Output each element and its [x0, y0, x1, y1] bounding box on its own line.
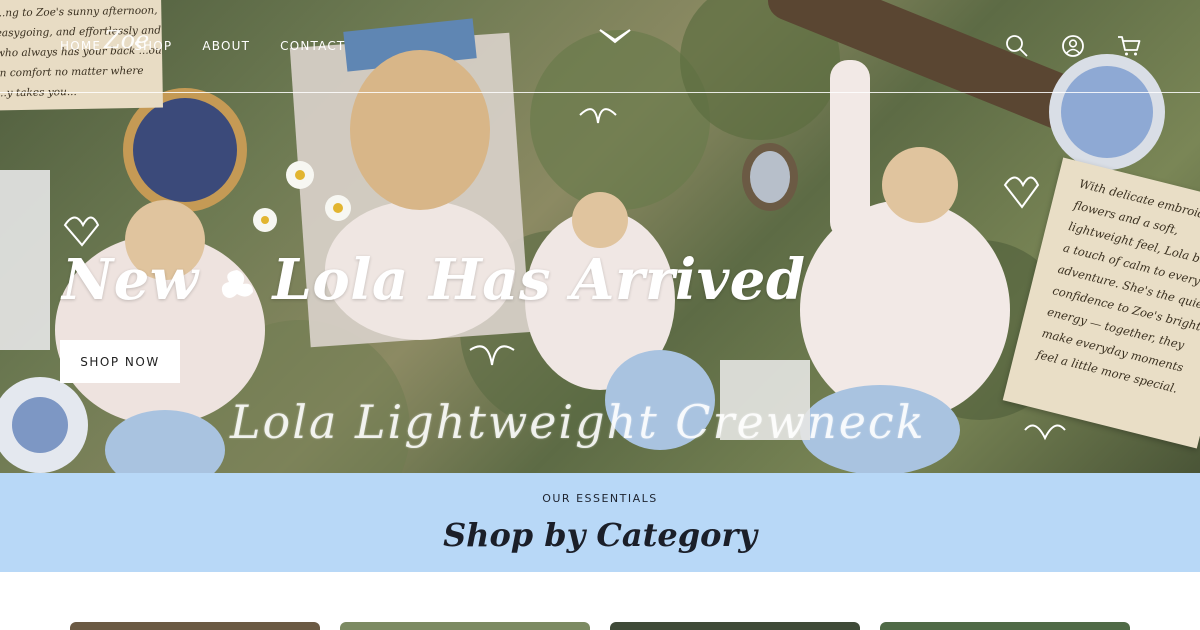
hero-title-part1: New	[62, 247, 199, 313]
nav-links: HOME SHOP ABOUT CONTACT	[60, 39, 345, 53]
account-icon[interactable]	[1060, 33, 1086, 59]
category-cards	[70, 622, 1130, 630]
product-script-caption: Lola Lightweight Crewneck	[230, 395, 926, 449]
shop-now-button[interactable]: SHOP NOW	[60, 340, 180, 383]
category-card[interactable]	[70, 622, 320, 630]
hero-banner: ...ng to Zoe's sunny afternoon, easygoin…	[0, 0, 1200, 473]
section-eyebrow: OUR ESSENTIALS	[542, 492, 658, 505]
hero-title: New Lola Has Arrived	[62, 247, 806, 313]
nav-link-home[interactable]: HOME	[60, 39, 101, 53]
nav-link-contact[interactable]: CONTACT	[280, 39, 345, 53]
brand-logo[interactable]: Zoe	[104, 26, 149, 54]
nav-link-about[interactable]: ABOUT	[202, 39, 250, 53]
section-title: Shop by Category	[443, 516, 757, 554]
category-card[interactable]	[610, 622, 860, 630]
hero-title-part2: Lola Has Arrived	[272, 247, 806, 313]
search-icon[interactable]	[1004, 33, 1030, 59]
flower-icon	[221, 270, 253, 299]
nav-icons	[1004, 33, 1142, 59]
cart-icon[interactable]	[1116, 33, 1142, 59]
top-navigation: HOME SHOP ABOUT CONTACT Zoe	[0, 0, 1200, 93]
category-card[interactable]	[340, 622, 590, 630]
category-header-band: OUR ESSENTIALS Shop by Category	[0, 473, 1200, 572]
category-card[interactable]	[880, 622, 1130, 630]
